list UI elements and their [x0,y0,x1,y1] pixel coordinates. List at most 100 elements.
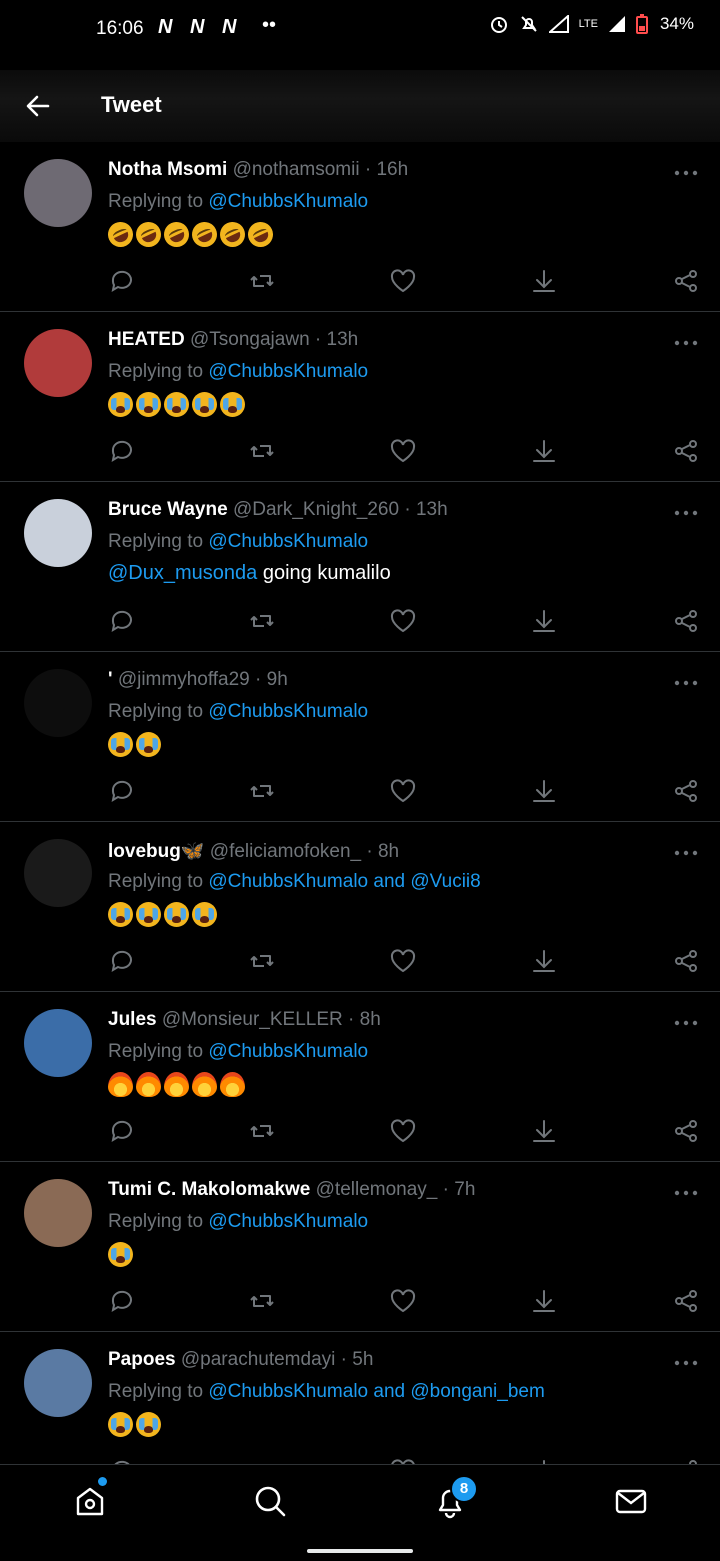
like-icon[interactable] [389,947,417,975]
timestamp: · 16h [364,159,409,180]
tweet-reply[interactable]: HEATED @Tsongajawn · 13h Replying to @Ch… [0,312,720,482]
like-icon[interactable] [389,777,417,805]
retweet-icon[interactable] [248,777,276,805]
notification-count-badge: 8 [450,1475,478,1503]
mention-link[interactable]: @Dux_musonda [108,562,257,584]
home-icon[interactable] [72,1483,108,1519]
share-icon[interactable] [672,607,700,635]
display-name[interactable]: Jules [108,1009,157,1030]
replying-to: Replying to @ChubbsKhumalo [108,1041,368,1063]
replying-to: Replying to @ChubbsKhumalo and @bongani_… [108,1381,545,1403]
tweet-reply[interactable]: Tumi C. Makolomakwe @tellemonay_ · 7h Re… [0,1162,720,1332]
like-icon[interactable] [389,267,417,295]
download-icon[interactable] [530,267,558,295]
reply-icon[interactable] [108,607,136,635]
reply-mention-link[interactable]: @ChubbsKhumalo [208,361,368,382]
download-icon[interactable] [530,1287,558,1315]
display-name[interactable]: ' [108,669,113,690]
display-name[interactable]: Tumi C. Makolomakwe [108,1179,310,1200]
reply-icon[interactable] [108,437,136,465]
search-icon[interactable] [252,1483,288,1519]
share-icon[interactable] [672,267,700,295]
like-icon[interactable] [389,1287,417,1315]
tweet-actions [108,1457,698,1464]
more-options-icon[interactable] [674,848,698,858]
tweet-reply[interactable]: ' @jimmyhoffa29 · 9h Replying to @Chubbs… [0,652,720,822]
tweet-reply[interactable]: Papoes @parachutemdayi · 5h Replying to … [0,1332,720,1464]
retweet-icon[interactable] [248,1117,276,1145]
more-options-icon[interactable] [674,678,698,688]
sob-emoji-icon [164,392,189,417]
share-icon[interactable] [672,1457,700,1464]
display-name[interactable]: HEATED [108,329,185,350]
display-name[interactable]: Bruce Wayne [108,499,228,520]
avatar[interactable] [24,329,92,397]
retweet-icon[interactable] [248,437,276,465]
avatar[interactable] [24,499,92,567]
more-options-icon[interactable] [674,338,698,348]
more-options-icon[interactable] [674,1188,698,1198]
tweet-body-emojis [108,732,161,757]
lte-label: LTE [578,18,598,30]
share-icon[interactable] [672,437,700,465]
display-name[interactable]: Papoes [108,1349,176,1370]
replying-to: Replying to @ChubbsKhumalo [108,1211,368,1233]
avatar[interactable] [24,669,92,737]
tweet-reply[interactable]: Bruce Wayne @Dark_Knight_260 · 13h Reply… [0,482,720,652]
reply-mention-link[interactable]: @ChubbsKhumalo and @Vucii8 [208,871,480,892]
download-icon[interactable] [530,437,558,465]
tweet-reply[interactable]: Jules @Monsieur_KELLER · 8h Replying to … [0,992,720,1162]
avatar[interactable] [24,159,92,227]
download-icon[interactable] [530,1117,558,1145]
reply-mention-link[interactable]: @ChubbsKhumalo and @bongani_bem [208,1381,544,1402]
messages-icon[interactable] [613,1483,649,1519]
retweet-icon[interactable] [248,947,276,975]
like-icon[interactable] [389,1457,417,1464]
share-icon[interactable] [672,777,700,805]
avatar[interactable] [24,1179,92,1247]
reply-mention-link[interactable]: @ChubbsKhumalo [208,1041,368,1062]
retweet-icon[interactable] [248,1457,276,1464]
reply-icon[interactable] [108,1287,136,1315]
download-icon[interactable] [530,947,558,975]
more-options-icon[interactable] [674,1018,698,1028]
tweet-reply[interactable]: Notha Msomi @nothamsomii · 16h Replying … [0,142,720,312]
display-name[interactable]: lovebug🦋 [108,841,205,862]
retweet-icon[interactable] [248,607,276,635]
download-icon[interactable] [530,1457,558,1464]
share-icon[interactable] [672,1117,700,1145]
more-options-icon[interactable] [674,168,698,178]
reply-icon[interactable] [108,1117,136,1145]
more-options-icon[interactable] [674,1358,698,1368]
fire-emoji-icon [164,1072,189,1097]
fire-emoji-icon [136,1072,161,1097]
reply-mention-link[interactable]: @ChubbsKhumalo [208,191,368,212]
like-icon[interactable] [389,607,417,635]
retweet-icon[interactable] [248,267,276,295]
retweet-icon[interactable] [248,1287,276,1315]
replying-to: Replying to @ChubbsKhumalo and @Vucii8 [108,871,481,893]
reply-icon[interactable] [108,947,136,975]
reply-icon[interactable] [108,777,136,805]
share-icon[interactable] [672,1287,700,1315]
avatar[interactable] [24,839,92,907]
like-icon[interactable] [389,437,417,465]
reply-icon[interactable] [108,1457,136,1464]
reply-icon[interactable] [108,267,136,295]
replying-to-label: Replying to [108,1381,204,1402]
avatar[interactable] [24,1009,92,1077]
display-name[interactable]: Notha Msomi [108,159,227,180]
share-icon[interactable] [672,947,700,975]
reply-mention-link[interactable]: @ChubbsKhumalo [208,1211,368,1232]
reply-feed[interactable]: Notha Msomi @nothamsomii · 16h Replying … [0,142,720,1464]
more-options-icon[interactable] [674,508,698,518]
reply-mention-link[interactable]: @ChubbsKhumalo [208,531,368,552]
avatar[interactable] [24,1349,92,1417]
download-icon[interactable] [530,607,558,635]
tweet-reply[interactable]: lovebug🦋 @feliciamofoken_ · 8h Replying … [0,822,720,992]
back-arrow-icon[interactable] [24,92,52,120]
gesture-home-indicator[interactable] [307,1549,413,1553]
reply-mention-link[interactable]: @ChubbsKhumalo [208,701,368,722]
like-icon[interactable] [389,1117,417,1145]
download-icon[interactable] [530,777,558,805]
